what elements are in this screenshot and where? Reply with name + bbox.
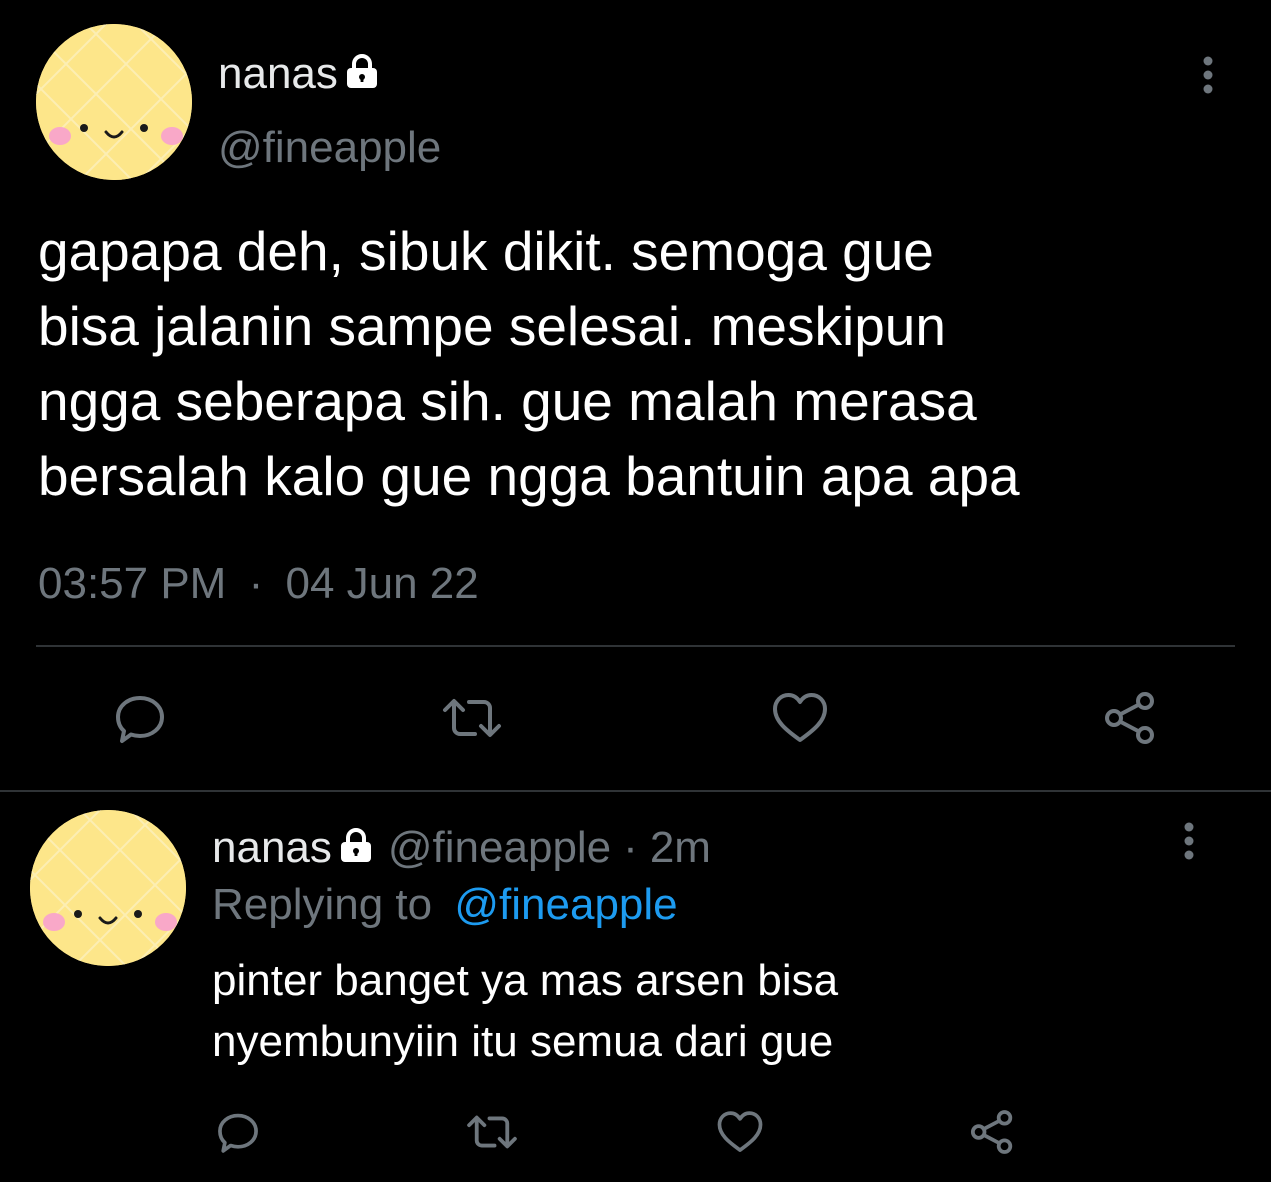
tweet-text-line: nyembunyiin itu semua dari gue bbox=[212, 1017, 834, 1066]
heart-icon bbox=[773, 693, 827, 742]
share-button[interactable] bbox=[1098, 686, 1162, 750]
user-handle[interactable]: @fineapple bbox=[388, 825, 611, 870]
reply-icon bbox=[218, 1113, 258, 1153]
user-handle[interactable]: @fineapple bbox=[218, 126, 441, 170]
pineapple-face-icon bbox=[36, 24, 192, 180]
avatar[interactable] bbox=[30, 810, 186, 966]
tweet-text-line: gapapa deh, sibuk dikit. semoga gue bbox=[38, 220, 934, 282]
tweet-text-line: ngga seberapa sih. gue malah merasa bbox=[38, 370, 977, 432]
share-button[interactable] bbox=[966, 1106, 1018, 1158]
tweet-text-line: bersalah kalo gue ngga bantuin apa apa bbox=[38, 445, 1020, 507]
divider bbox=[36, 645, 1235, 647]
like-button[interactable] bbox=[768, 686, 832, 750]
lock-icon bbox=[342, 52, 382, 97]
more-vertical-icon[interactable] bbox=[1196, 56, 1220, 101]
more-vertical-icon[interactable] bbox=[1177, 822, 1201, 867]
replying-to: Replying to @fineapple bbox=[212, 883, 678, 927]
meta-separator: · bbox=[248, 559, 264, 608]
tweet-text-line: pinter banget ya mas arsen bisa bbox=[212, 956, 839, 1005]
retweet-button[interactable] bbox=[436, 686, 508, 750]
share-icon bbox=[970, 1110, 1013, 1154]
retweet-icon bbox=[443, 699, 501, 737]
tweet-text: pinter banget ya mas arsen bisa nyembuny… bbox=[212, 950, 1212, 1072]
heart-icon bbox=[717, 1111, 763, 1152]
retweet-icon bbox=[467, 1115, 517, 1149]
tweet-timestamp[interactable]: 03:57 PM · 04 Jun 22 bbox=[38, 562, 479, 606]
tweet-date: 04 Jun 22 bbox=[285, 559, 479, 608]
reply-button[interactable] bbox=[212, 1106, 264, 1158]
display-name[interactable]: nanas bbox=[212, 825, 332, 870]
replying-to-handle[interactable]: @fineapple bbox=[454, 880, 677, 929]
pineapple-face-icon bbox=[30, 810, 186, 966]
lock-icon bbox=[336, 826, 376, 871]
avatar[interactable] bbox=[36, 24, 192, 180]
tweet-time: 03:57 PM bbox=[38, 559, 227, 608]
tweet-text-line: bisa jalanin sampe selesai. meskipun bbox=[38, 295, 946, 357]
reply-button[interactable] bbox=[108, 686, 172, 750]
replying-to-label: Replying to bbox=[212, 880, 433, 929]
share-icon bbox=[1105, 692, 1154, 744]
like-button[interactable] bbox=[714, 1106, 766, 1158]
reply-icon bbox=[116, 696, 164, 743]
tweet-age[interactable]: 2m bbox=[650, 825, 711, 870]
meta-separator: · bbox=[623, 822, 638, 872]
tweet-text: gapapa deh, sibuk dikit. semoga gue bisa… bbox=[38, 214, 1248, 514]
display-name[interactable]: nanas bbox=[218, 51, 338, 96]
retweet-button[interactable] bbox=[462, 1106, 522, 1158]
divider bbox=[0, 790, 1271, 792]
